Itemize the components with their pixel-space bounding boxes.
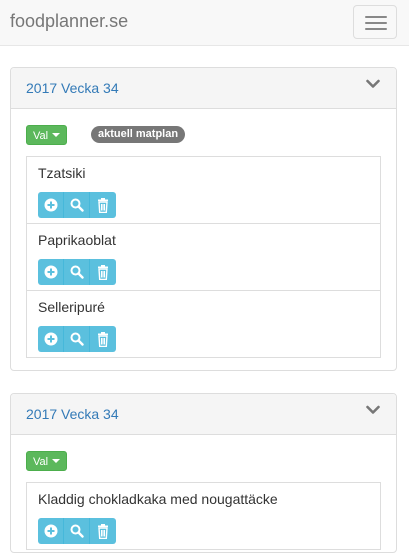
list-item: Tzatsiki	[26, 156, 381, 224]
brand-link[interactable]: foodplanner.se	[10, 11, 128, 31]
search-icon	[70, 198, 84, 212]
trash-icon	[98, 264, 108, 280]
status-badge: aktuell matplan	[91, 126, 186, 143]
panel-heading[interactable]: 2017 Vecka 34	[11, 394, 396, 435]
recipe-actions	[38, 259, 116, 285]
add-recipe-button[interactable]	[38, 326, 64, 352]
chevron-down-icon[interactable]	[366, 79, 380, 89]
recipe-name: Kladdig chokladkaka med nougattäcke	[38, 491, 278, 507]
val-dropdown-button[interactable]: Val	[26, 451, 68, 471]
add-recipe-button[interactable]	[38, 259, 64, 285]
recipe-actions	[38, 192, 116, 218]
caret-down-icon	[52, 133, 61, 137]
val-button-label: Val	[33, 456, 49, 468]
panel-heading[interactable]: 2017 Vecka 34	[11, 68, 396, 109]
recipe-name: Paprikaoblat	[38, 232, 116, 248]
search-icon	[70, 265, 84, 279]
menu-toggle-button[interactable]	[353, 5, 397, 39]
plan-panel: 2017 Vecka 34 Val Kladdig chokladkaka me…	[10, 393, 397, 553]
search-icon	[70, 524, 84, 538]
add-recipe-button[interactable]	[38, 518, 64, 544]
recipe-name: Tzatsiki	[38, 165, 86, 181]
delete-recipe-button[interactable]	[90, 326, 116, 352]
plus-circle-icon	[44, 265, 57, 279]
view-recipe-button[interactable]	[64, 326, 90, 352]
trash-icon	[98, 523, 108, 539]
view-recipe-button[interactable]	[64, 518, 90, 544]
recipe-name: Selleripuré	[38, 299, 105, 315]
list-item: Paprikaoblat	[26, 223, 381, 291]
list-item: Selleripuré	[26, 290, 381, 358]
trash-icon	[98, 331, 108, 347]
chevron-down-icon[interactable]	[366, 405, 380, 415]
plus-circle-icon	[44, 524, 57, 538]
plan-title-link[interactable]: 2017 Vecka 34	[26, 79, 119, 97]
val-button-label: Val	[33, 130, 49, 142]
recipe-actions	[38, 326, 116, 352]
delete-recipe-button[interactable]	[90, 192, 116, 218]
plus-circle-icon	[44, 332, 57, 346]
plus-circle-icon	[44, 198, 57, 212]
hamburger-icon	[365, 16, 387, 18]
add-recipe-button[interactable]	[38, 192, 64, 218]
plan-title-link[interactable]: 2017 Vecka 34	[26, 405, 119, 423]
delete-recipe-button[interactable]	[90, 518, 116, 544]
view-recipe-button[interactable]	[64, 192, 90, 218]
val-dropdown-button[interactable]: Val	[26, 125, 68, 145]
recipe-actions	[38, 518, 116, 544]
search-icon	[70, 332, 84, 346]
view-recipe-button[interactable]	[64, 259, 90, 285]
delete-recipe-button[interactable]	[90, 259, 116, 285]
caret-down-icon	[52, 459, 61, 463]
navbar: foodplanner.se	[0, 0, 409, 46]
trash-icon	[98, 197, 108, 213]
plan-panel: 2017 Vecka 34 Val aktuell matplan Tzatsi…	[10, 67, 397, 371]
